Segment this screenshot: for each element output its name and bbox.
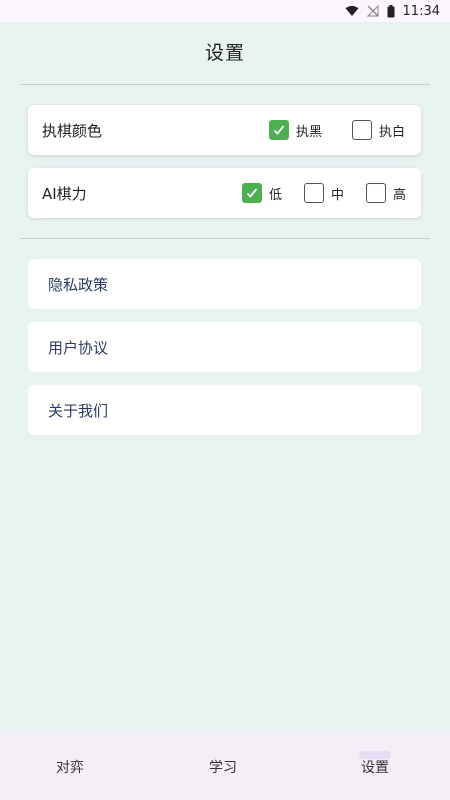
- checkbox-black[interactable]: [269, 120, 289, 140]
- battery-icon: [387, 4, 395, 18]
- ai-level-label: AI棋力: [42, 184, 87, 203]
- option-white[interactable]: 执白: [352, 120, 405, 140]
- no-signal-icon: [366, 5, 379, 17]
- privacy-policy-link[interactable]: 隐私政策: [28, 259, 421, 309]
- checkbox-low[interactable]: [242, 183, 262, 203]
- user-agreement-link[interactable]: 用户协议: [28, 322, 421, 372]
- status-bar: 11:34: [0, 0, 450, 22]
- status-time: 11:34: [402, 3, 440, 19]
- checkbox-white[interactable]: [352, 120, 372, 140]
- checkmark-icon: [273, 125, 285, 135]
- top-divider: [20, 84, 430, 85]
- option-medium-label: 中: [331, 187, 345, 203]
- checkbox-medium[interactable]: [304, 183, 324, 203]
- option-high[interactable]: 高: [366, 183, 406, 203]
- color-setting-card: 执棋颜色 执黑 执白: [28, 105, 421, 155]
- checkbox-high[interactable]: [366, 183, 386, 203]
- option-black[interactable]: 执黑: [269, 120, 322, 140]
- about-us-link[interactable]: 关于我们: [28, 385, 421, 435]
- option-black-label: 执黑: [296, 124, 323, 140]
- color-setting-label: 执棋颜色: [42, 121, 103, 140]
- wifi-icon: [345, 5, 359, 17]
- page-title: 设置: [204, 42, 245, 64]
- tab-play[interactable]: 对弈: [15, 733, 125, 800]
- tab-learn[interactable]: 学习: [168, 733, 278, 800]
- checkmark-icon: [246, 188, 258, 198]
- option-white-label: 执白: [379, 124, 406, 140]
- bottom-nav: 对弈 学习 设置: [0, 733, 450, 800]
- option-low[interactable]: 低: [242, 183, 282, 203]
- option-low-label: 低: [269, 187, 283, 203]
- option-high-label: 高: [393, 187, 407, 203]
- middle-divider: [20, 238, 430, 239]
- ai-level-card: AI棋力 低 中 高: [28, 168, 421, 218]
- tab-settings[interactable]: 设置: [320, 733, 430, 800]
- option-medium[interactable]: 中: [304, 183, 344, 203]
